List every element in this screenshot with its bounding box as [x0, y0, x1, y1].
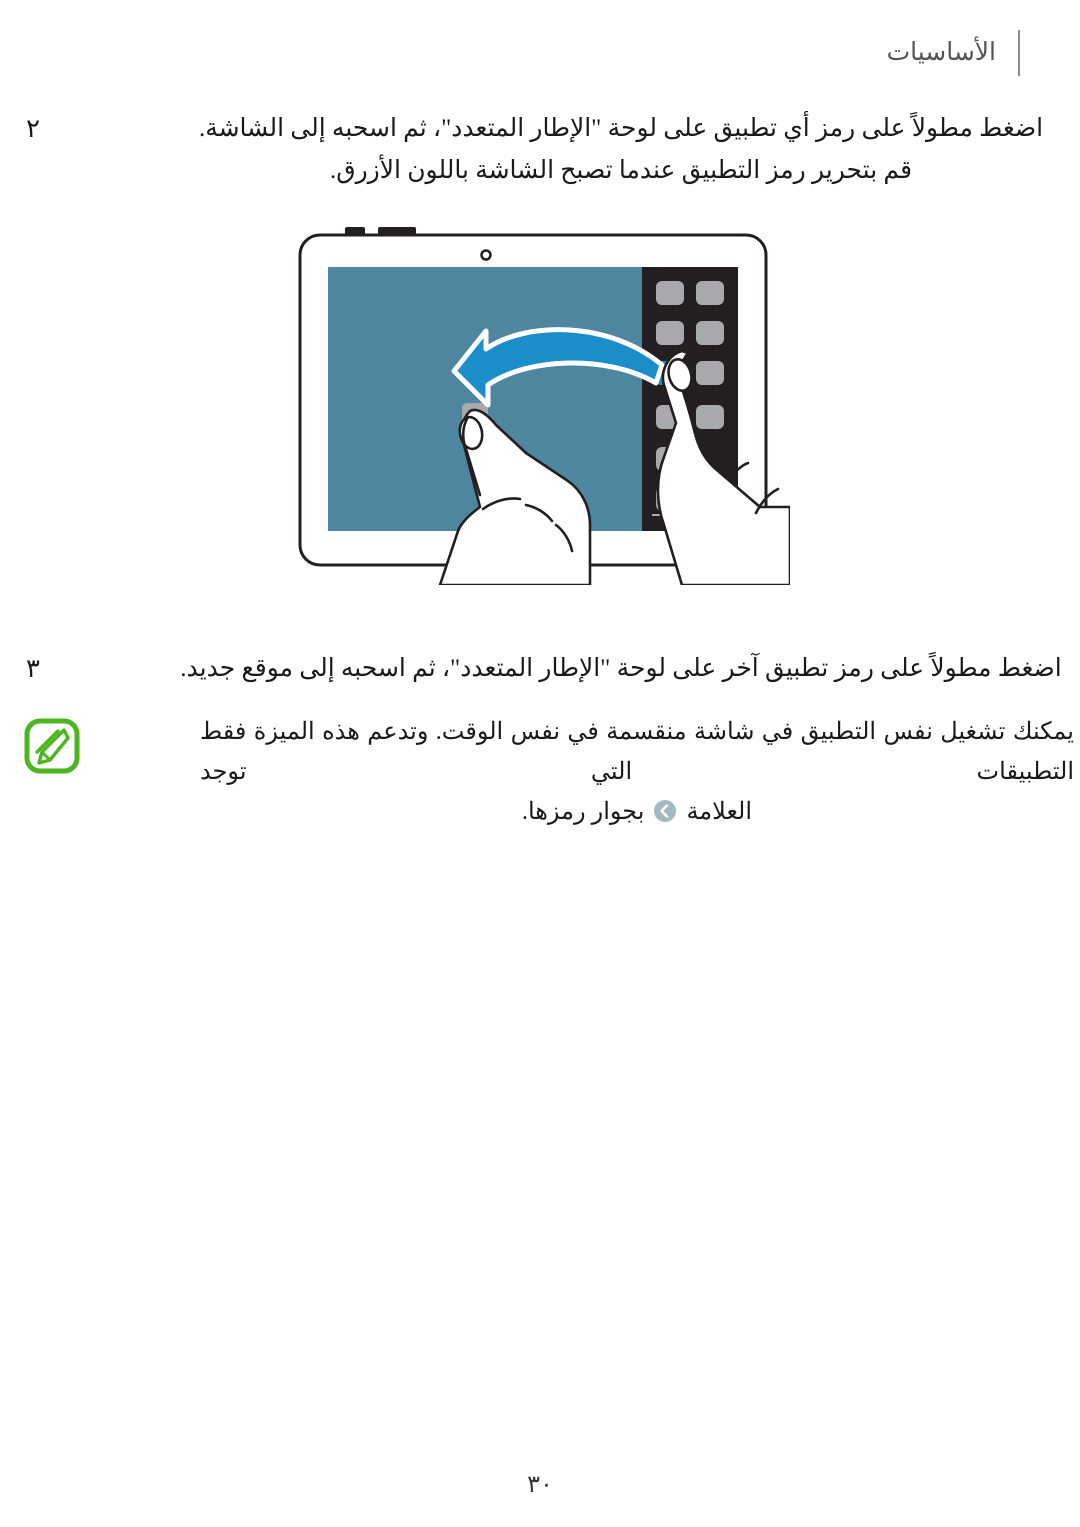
tablet-illustration	[0, 225, 1080, 585]
page-number: ٣٠	[527, 1472, 553, 1498]
note-text-body: يمكنك تشغيل نفس التطبيق في شاشة منقسمة ف…	[104, 712, 1080, 832]
step-3-line-1: اضغط مطولاً على رمز تطبيق آخر على لوحة "…	[180, 655, 1062, 682]
note-line-2-part-2: بجوار رمزها.	[521, 799, 645, 825]
step-3-text-body: اضغط مطولاً على رمز تطبيق آخر على لوحة "…	[66, 648, 1080, 690]
chevron-left-badge-icon	[653, 796, 677, 822]
note-pencil-icon	[24, 718, 80, 774]
tablet-multiwindow-drag-illustration	[298, 227, 790, 585]
step-3-number: ٣	[26, 654, 40, 683]
note-line-1: يمكنك تشغيل نفس التطبيق في شاشة منقسمة ف…	[200, 719, 1074, 785]
note-icon-wrap	[0, 712, 104, 774]
page-title: الأساسيات	[886, 39, 996, 66]
step-2-text-body: اضغط مطولاً على رمز أي تطبيق على لوحة "ا…	[66, 108, 1080, 192]
page-header: الأساسيات	[0, 30, 1080, 76]
step-item-2: اضغط مطولاً على رمز أي تطبيق على لوحة "ا…	[0, 108, 1080, 192]
note-line-2: العلامة بجوار رمزها.	[200, 792, 1074, 832]
step-2-line-2: قم بتحرير رمز التطبيق عندما تصبح الشاشة …	[329, 157, 913, 184]
note-callout: يمكنك تشغيل نفس التطبيق في شاشة منقسمة ف…	[0, 712, 1080, 832]
step-item-3: اضغط مطولاً على رمز تطبيق آخر على لوحة "…	[0, 648, 1080, 690]
step-2-number: ٢	[26, 114, 40, 143]
note-line-2-part-1: العلامة	[686, 799, 753, 825]
header-divider-rule	[1018, 30, 1020, 76]
front-camera-dot-icon	[480, 249, 492, 261]
step-2-line-1: اضغط مطولاً على رمز أي تطبيق على لوحة "ا…	[198, 115, 1044, 142]
